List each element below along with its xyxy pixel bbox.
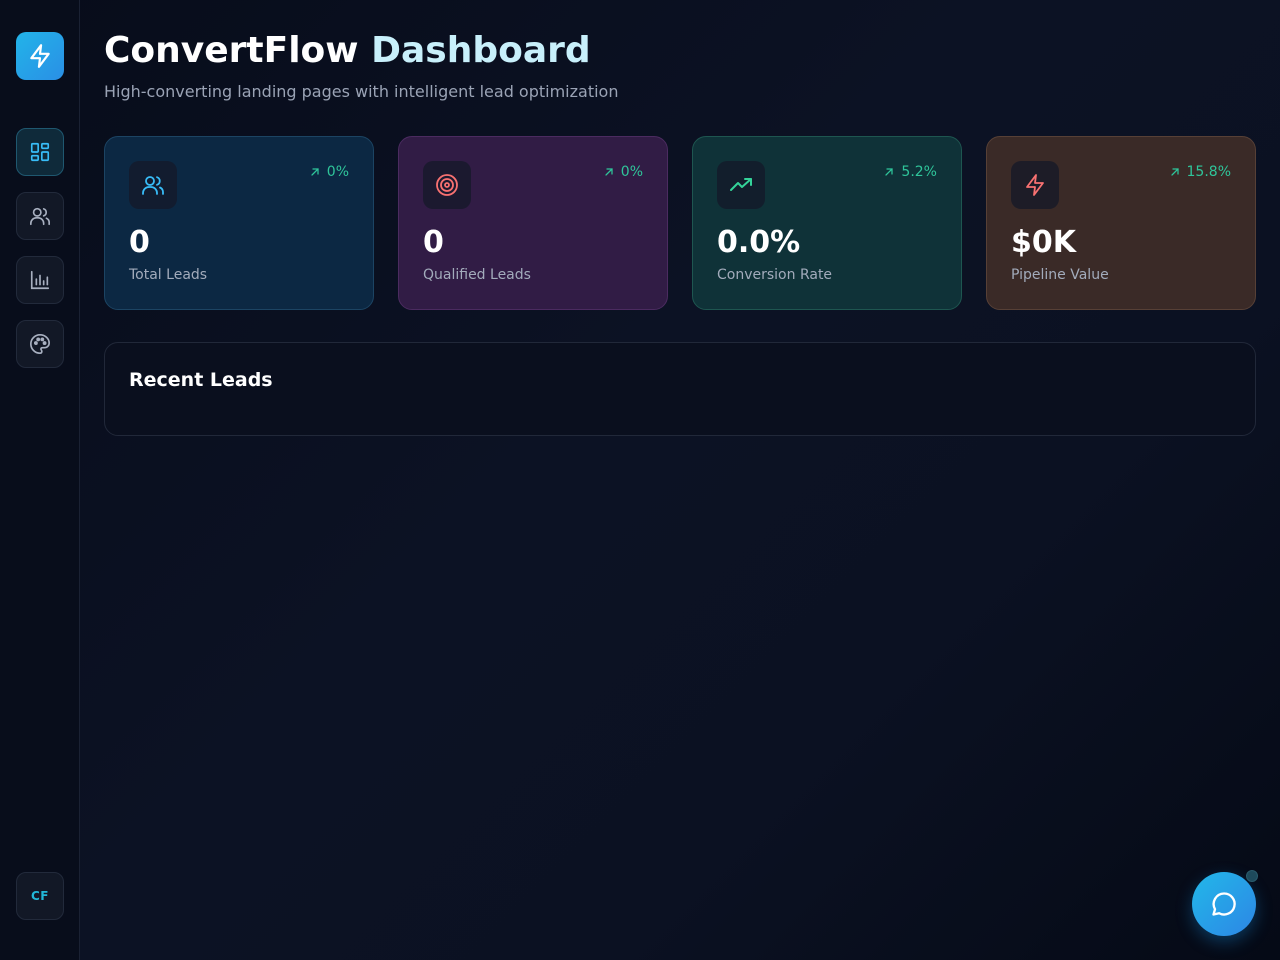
arrow-up-right-icon — [885, 168, 894, 176]
page-title-brand: ConvertFlow — [104, 30, 359, 71]
recent-leads-panel: Recent Leads — [104, 342, 1256, 436]
lightning-icon — [30, 44, 50, 68]
trending-up-icon — [730, 178, 752, 191]
arrow-up-right-icon — [1170, 168, 1179, 176]
trend-indicator: 0% — [309, 164, 349, 180]
stat-value: 0 — [423, 225, 444, 260]
chat-button[interactable] — [1192, 872, 1256, 936]
trend-indicator: 0% — [603, 164, 643, 180]
sidebar-item-themes[interactable] — [16, 320, 64, 368]
stat-value: 0 — [129, 225, 150, 260]
arrow-up-right-icon — [311, 168, 319, 176]
stat-label: Qualified Leads — [423, 267, 531, 283]
user-avatar[interactable]: CF — [16, 872, 64, 920]
sidebar-item-leads[interactable] — [16, 192, 64, 240]
stat-card-conversion-rate: 5.2% 0.0% Conversion Rate — [692, 136, 962, 310]
card-icon-container — [129, 161, 177, 209]
card-icon-container — [423, 161, 471, 209]
bar-chart-icon — [30, 270, 50, 290]
app-logo[interactable] — [16, 32, 64, 80]
page-title-suffix: Dashboard — [371, 30, 591, 71]
stat-card-qualified-leads: 0% 0 Qualified Leads — [398, 136, 668, 310]
sidebar: CF — [0, 0, 80, 960]
stat-label: Conversion Rate — [717, 267, 833, 283]
lightning-icon — [1026, 174, 1044, 196]
sidebar-item-analytics[interactable] — [16, 256, 64, 304]
stat-card-total-leads: 0% 0 Total Leads — [104, 136, 374, 310]
sidebar-item-dashboard[interactable] — [16, 128, 64, 176]
stat-label: Total Leads — [129, 267, 208, 283]
stat-card-pipeline-value: 15.8% $0K Pipeline Value — [986, 136, 1256, 310]
stat-value: $0K — [1011, 225, 1076, 260]
trend-value: 5.2% — [901, 164, 937, 180]
stat-label: Pipeline Value — [1011, 267, 1109, 283]
palette-icon — [30, 334, 50, 354]
page-title: ConvertFlow Dashboard — [104, 30, 591, 71]
dashboard-icon — [30, 142, 50, 162]
trend-indicator: 15.8% — [1169, 164, 1231, 180]
target-icon — [436, 174, 458, 196]
stat-value: 0.0% — [717, 225, 801, 260]
trend-value: 0% — [326, 164, 349, 180]
recent-leads-title: Recent Leads — [129, 369, 273, 391]
users-icon — [30, 207, 50, 226]
users-icon — [142, 176, 164, 195]
card-icon-container — [717, 161, 765, 209]
trend-value: 0% — [620, 164, 643, 180]
trend-indicator: 5.2% — [883, 164, 937, 180]
arrow-up-right-icon — [605, 168, 613, 176]
page-subtitle: High-converting landing pages with intel… — [104, 82, 619, 101]
chat-status-dot — [1246, 870, 1258, 882]
card-icon-container — [1011, 161, 1059, 209]
trend-value: 15.8% — [1186, 164, 1231, 180]
chat-bubble-icon — [1212, 892, 1236, 916]
